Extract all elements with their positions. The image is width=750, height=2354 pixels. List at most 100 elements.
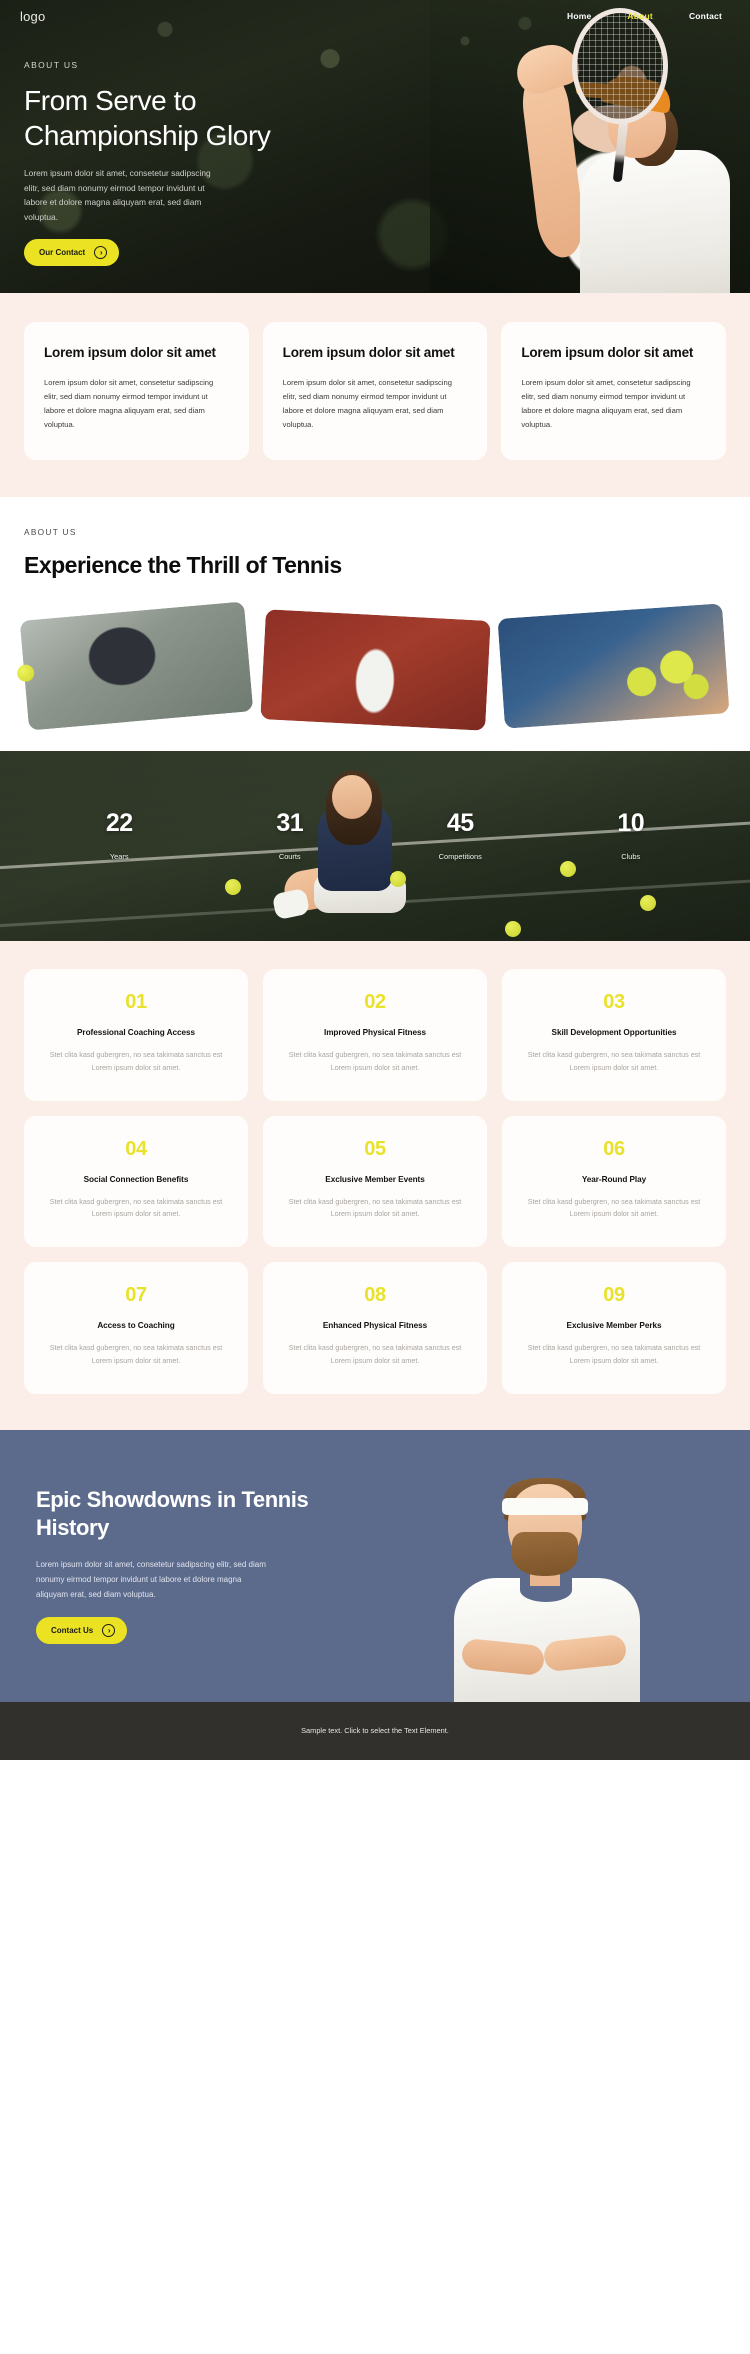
epic-content: Epic Showdowns in Tennis History Lorem i… (36, 1486, 326, 1645)
feature-number: 04 (125, 1137, 147, 1160)
feature-card: 01 Professional Coaching Access Stet cli… (24, 968, 248, 1101)
stat-number: 22 (105, 808, 133, 837)
feature-number: 01 (125, 990, 147, 1013)
feature-desc: Stet clita kasd gubergren, no sea takima… (49, 1049, 223, 1072)
feature-title: Enhanced Physical Fitness (322, 1321, 428, 1331)
feature-number: 02 (364, 990, 386, 1013)
tennis-ball-icon (390, 870, 406, 887)
hero-title: From Serve to Championship Glory (24, 85, 271, 151)
stat-item: 22 Years (34, 809, 205, 861)
stat-number: 31 (276, 808, 304, 837)
nav-link-home[interactable]: Home (567, 11, 591, 21)
feature-card: 07 Access to Coaching Stet clita kasd gu… (24, 1262, 248, 1394)
thrill-section: ABOUT US Experience the Thrill of Tennis (0, 496, 750, 751)
player-body (580, 150, 730, 293)
contact-us-button[interactable]: Contact Us › (36, 1617, 128, 1645)
contact-us-button-label: Contact Us (51, 1626, 94, 1636)
feature-title: Year-Round Play (581, 1174, 647, 1184)
stat-label: Competitions (438, 851, 482, 861)
feature-desc: Stet clita kasd gubergren, no sea takima… (527, 1196, 701, 1219)
stats-row: 22 Years 31 Courts 45 Competitions 10 Cl… (0, 809, 750, 861)
epic-title: Epic Showdowns in Tennis History (36, 1486, 309, 1541)
stat-label: Years (109, 851, 129, 861)
landing-page: logo Home About Contact ABOUT US From Se… (0, 0, 750, 1760)
stat-number: 10 (617, 808, 645, 837)
player-serving-photo (16, 601, 254, 731)
nav-links: Home About Contact (567, 11, 730, 21)
feature-desc: Stet clita kasd gubergren, no sea takima… (288, 1343, 462, 1366)
stat-item: 31 Courts (205, 809, 376, 861)
nav-link-contact[interactable]: Contact (689, 11, 722, 21)
feature-title: Exclusive Member Events (325, 1174, 425, 1184)
feature-number: 06 (603, 1137, 625, 1160)
arrow-right-circle-icon: › (94, 246, 108, 260)
intro-card: Lorem ipsum dolor sit amet Lorem ipsum d… (501, 322, 727, 460)
intro-card-title: Lorem ipsum dolor sit amet (282, 345, 455, 360)
feature-number: 05 (364, 1137, 386, 1160)
stat-label: Clubs (621, 851, 641, 861)
feature-title: Skill Development Opportunities (551, 1027, 677, 1037)
site-logo[interactable]: logo (20, 9, 45, 24)
intro-card-body: Lorem ipsum dolor sit amet, consetetur s… (282, 378, 452, 429)
feature-title: Access to Coaching (97, 1321, 175, 1331)
feature-card: 04 Social Connection Benefits Stet clita… (24, 1115, 248, 1248)
tennis-ball-icon (16, 663, 35, 683)
thrill-gallery (16, 601, 730, 751)
feature-card: 05 Exclusive Member Events Stet clita ka… (263, 1115, 487, 1248)
feature-card: 03 Skill Development Opportunities Stet … (502, 968, 726, 1101)
player-legs-clay-court-photo (259, 609, 491, 731)
hero-section: logo Home About Contact ABOUT US From Se… (0, 0, 750, 293)
feature-title: Professional Coaching Access (77, 1027, 195, 1037)
feature-title: Improved Physical Fitness (323, 1027, 427, 1037)
feature-desc: Stet clita kasd gubergren, no sea takima… (527, 1049, 701, 1072)
hero-content: ABOUT US From Serve to Championship Glor… (24, 60, 324, 267)
feature-desc: Stet clita kasd gubergren, no sea takima… (49, 1196, 223, 1219)
feature-card: 06 Year-Round Play Stet clita kasd guber… (502, 1115, 726, 1248)
intro-cards-section: Lorem ipsum dolor sit amet Lorem ipsum d… (0, 293, 750, 497)
feature-number: 07 (125, 1284, 147, 1307)
hero-subtitle: Lorem ipsum dolor sit amet, consetetur s… (24, 168, 211, 222)
intro-card-title: Lorem ipsum dolor sit amet (521, 345, 694, 360)
intro-card-title: Lorem ipsum dolor sit amet (44, 345, 216, 360)
hero-eyebrow: ABOUT US (24, 60, 79, 70)
our-contact-button[interactable]: Our Contact › (24, 239, 120, 267)
intro-card-body: Lorem ipsum dolor sit amet, consetetur s… (521, 378, 691, 429)
player-shoe (271, 887, 311, 921)
intro-cards-row: Lorem ipsum dolor sit amet Lorem ipsum d… (24, 322, 727, 460)
feature-title: Exclusive Member Perks (566, 1321, 662, 1331)
feature-number: 08 (364, 1284, 386, 1307)
features-section: 01 Professional Coaching Access Stet cli… (0, 940, 750, 1430)
stat-item: 45 Competitions (375, 809, 546, 861)
stat-label: Courts (278, 851, 301, 861)
tennis-ball-icon (505, 920, 521, 937)
footer-text[interactable]: Sample text. Click to select the Text El… (301, 1726, 449, 1735)
feature-title: Social Connection Benefits (83, 1174, 189, 1184)
hero-player-photo (430, 0, 750, 293)
feature-number: 09 (603, 1284, 625, 1307)
player-with-tennis-balls-photo (497, 603, 730, 729)
epic-section: Epic Showdowns in Tennis History Lorem i… (0, 1429, 750, 1702)
feature-desc: Stet clita kasd gubergren, no sea takima… (527, 1343, 701, 1366)
intro-card: Lorem ipsum dolor sit amet Lorem ipsum d… (24, 322, 249, 460)
intro-card: Lorem ipsum dolor sit amet Lorem ipsum d… (262, 322, 488, 460)
player-beard (512, 1531, 578, 1576)
tennis-ball-icon (640, 894, 656, 911)
features-grid: 01 Professional Coaching Access Stet cli… (24, 968, 726, 1394)
feature-desc: Stet clita kasd gubergren, no sea takima… (288, 1049, 462, 1072)
footer: Sample text. Click to select the Text El… (0, 1701, 750, 1760)
male-player-photo (434, 1474, 664, 1702)
feature-number: 03 (603, 990, 625, 1013)
arrow-right-circle-icon: › (102, 1624, 116, 1638)
feature-card: 02 Improved Physical Fitness Stet clita … (263, 968, 487, 1101)
our-contact-button-label: Our Contact (39, 248, 86, 258)
feature-card: 08 Enhanced Physical Fitness Stet clita … (263, 1262, 487, 1394)
epic-subtitle: Lorem ipsum dolor sit amet, consetetur s… (36, 1560, 266, 1599)
feature-card: 09 Exclusive Member Perks Stet clita kas… (502, 1262, 726, 1394)
feature-desc: Stet clita kasd gubergren, no sea takima… (288, 1196, 462, 1219)
stats-section: 22 Years 31 Courts 45 Competitions 10 Cl… (0, 750, 750, 941)
intro-card-body: Lorem ipsum dolor sit amet, consetetur s… (44, 378, 214, 429)
stat-item: 10 Clubs (546, 809, 717, 861)
nav-link-about[interactable]: About (627, 11, 653, 21)
player-headband (502, 1497, 588, 1515)
thrill-title: Experience the Thrill of Tennis (24, 551, 342, 578)
